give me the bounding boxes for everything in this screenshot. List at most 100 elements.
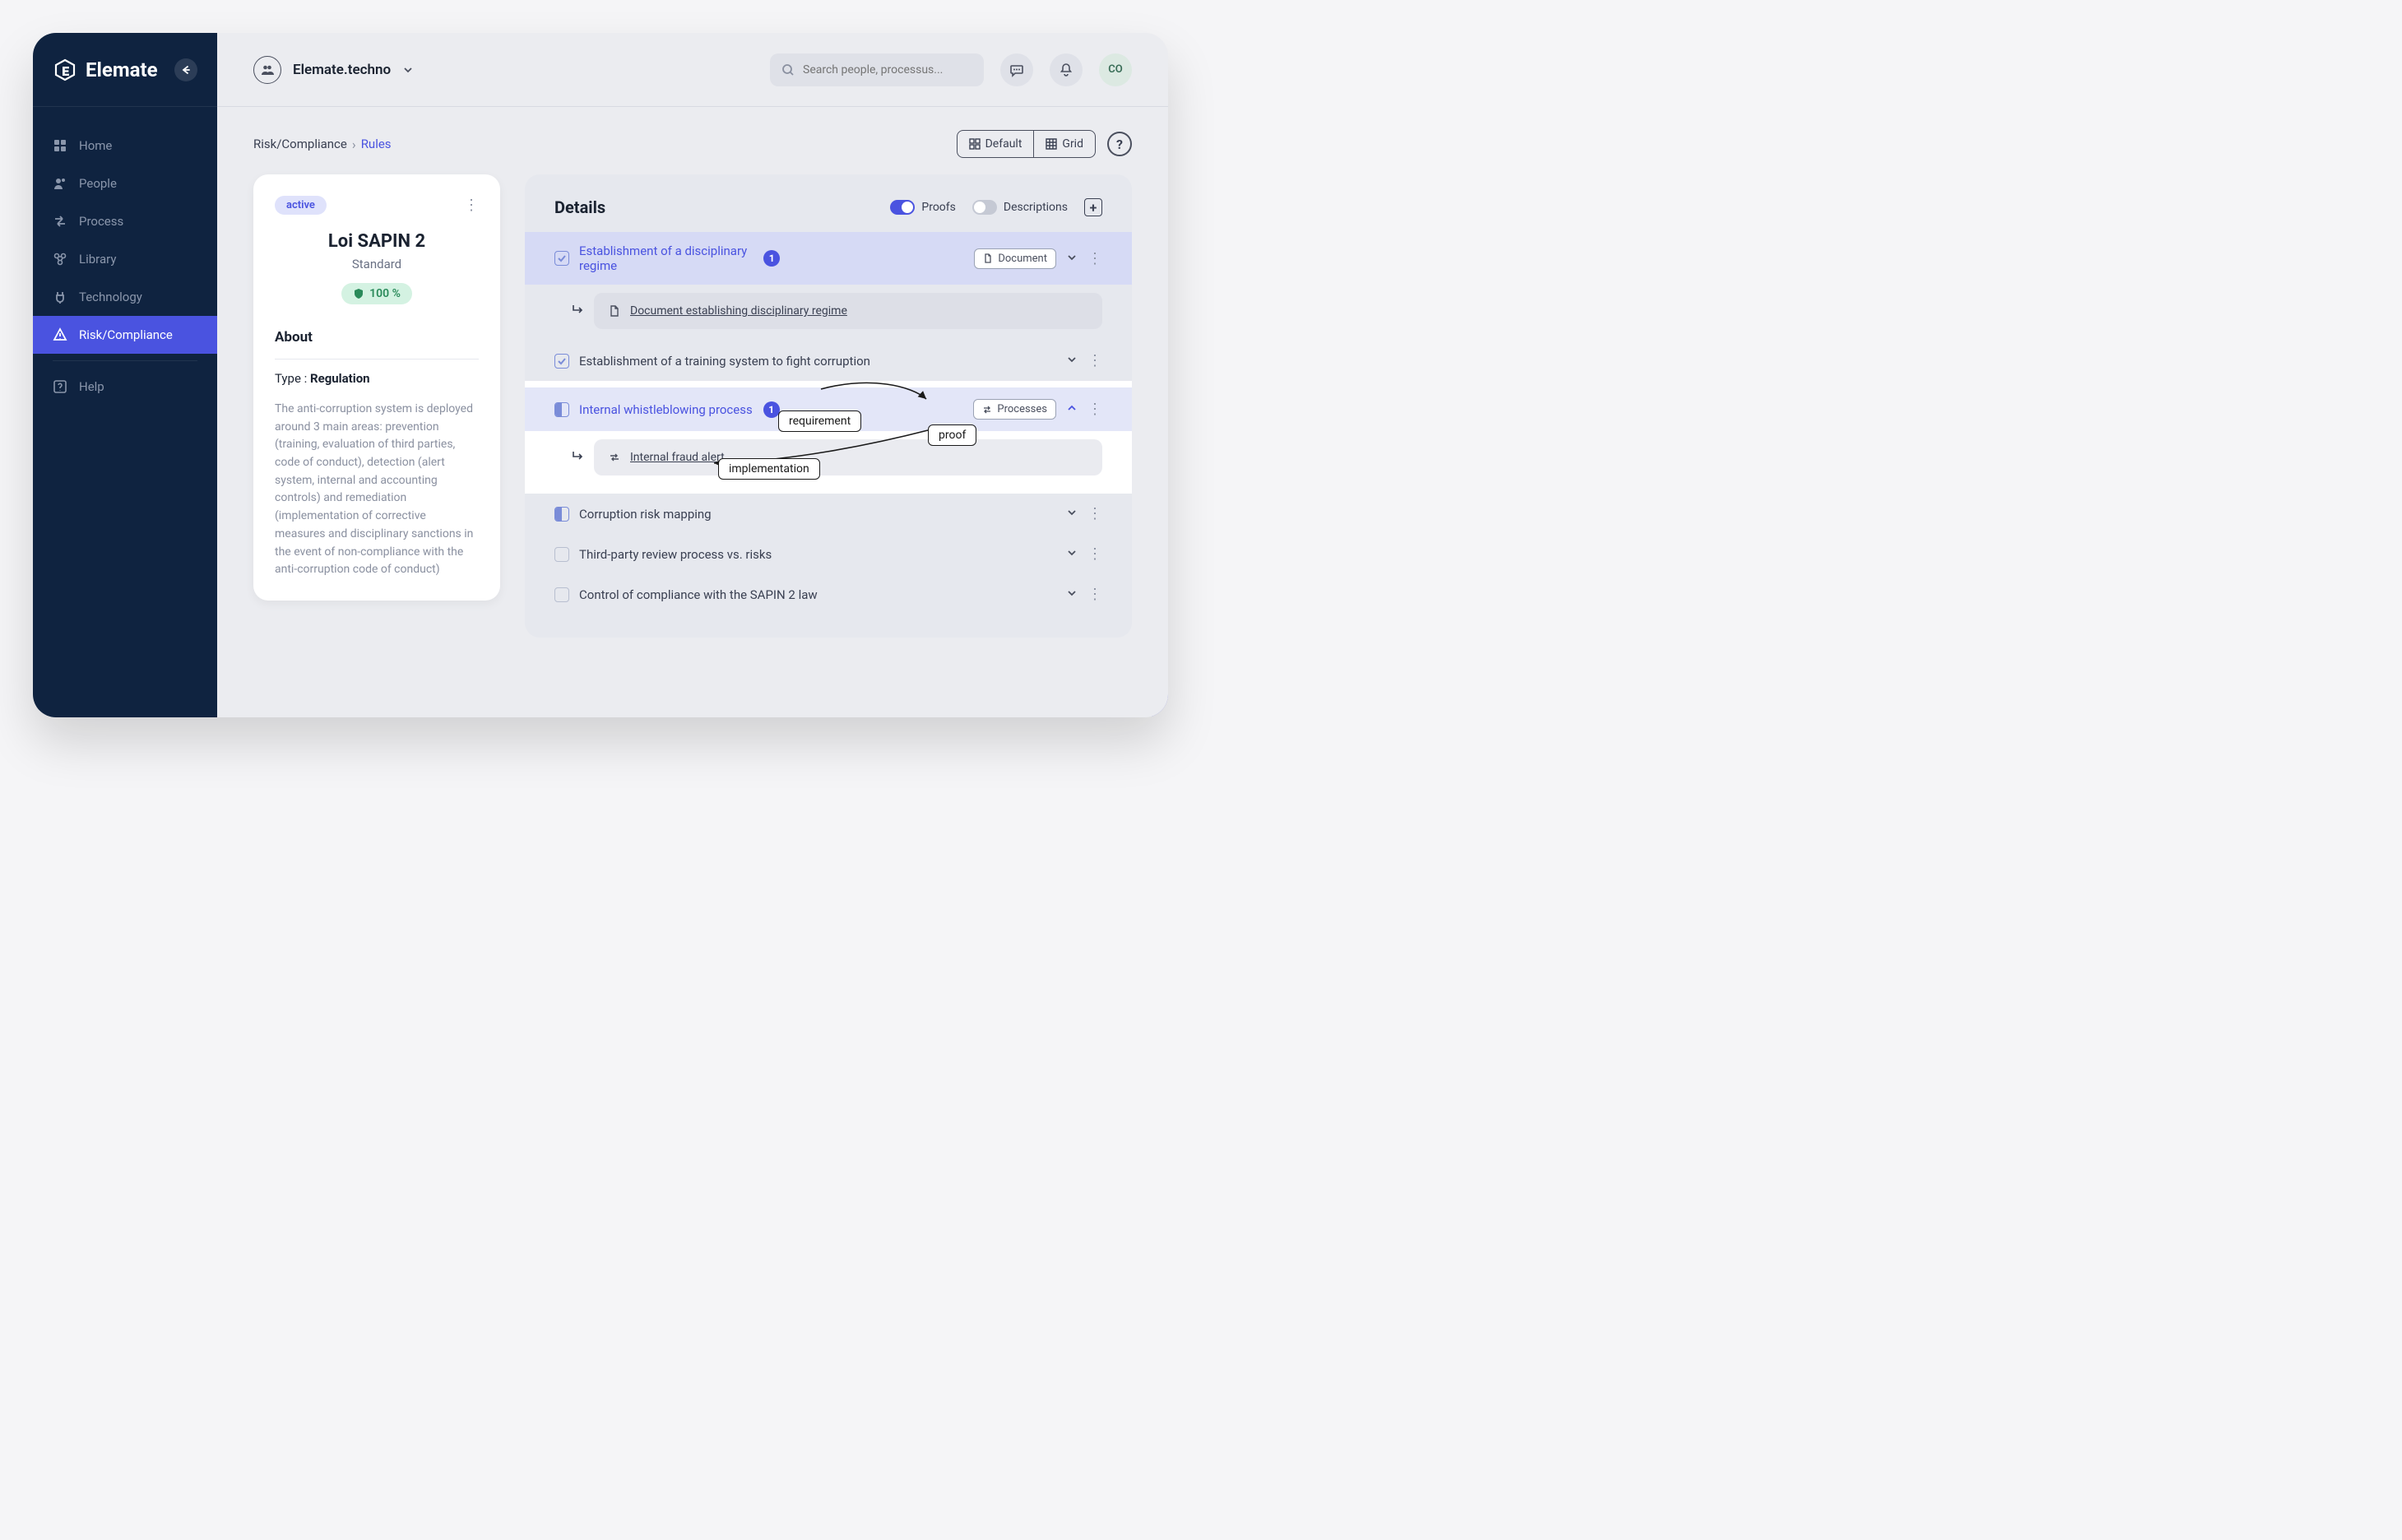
nav-label: Home [79, 138, 112, 153]
layout-icon [969, 138, 981, 150]
requirement-row[interactable]: Corruption risk mapping ⋮ [525, 494, 1132, 534]
breadcrumb-current[interactable]: Rules [361, 137, 392, 151]
nav-divider [53, 360, 197, 361]
view-grid-button[interactable]: Grid [1034, 131, 1095, 157]
brand-name: Elemate [86, 58, 158, 81]
sub-row: Internal fraud alert [525, 431, 1132, 487]
nav-item-process[interactable]: Process [33, 202, 217, 240]
breadcrumb-sep: › [352, 137, 356, 152]
nav-label: Technology [79, 290, 142, 304]
sidebar: Elemate Home People Process Library [33, 33, 217, 717]
topbar: Elemate.techno CO [217, 33, 1168, 107]
requirement-label: Corruption risk mapping [579, 507, 1056, 522]
proof-item[interactable]: Internal fraud alert [594, 439, 1102, 475]
annotation-requirement: requirement [778, 411, 861, 432]
chevron-down-icon[interactable] [1066, 353, 1078, 369]
details-panel: Details Proofs Descriptions + [525, 174, 1132, 638]
details-title: Details [554, 197, 890, 217]
notifications-button[interactable] [1050, 53, 1083, 86]
row-menu-button[interactable]: ⋮ [1087, 352, 1102, 369]
view-default-button[interactable]: Default [958, 131, 1035, 157]
chat-button[interactable] [1000, 53, 1033, 86]
checkbox-partial-icon [554, 507, 569, 522]
requirement-row[interactable]: Control of compliance with the SAPIN 2 l… [525, 574, 1132, 615]
row-menu-button[interactable]: ⋮ [1087, 505, 1102, 522]
nav: Home People Process Library Technology R… [33, 107, 217, 717]
annotation-implementation: implementation [718, 458, 820, 480]
toggle-descriptions-label: Descriptions [1004, 201, 1068, 214]
requirement-row[interactable]: Establishment of a disciplinary regime 1… [525, 232, 1132, 285]
swap-icon [609, 452, 620, 463]
nav-item-technology[interactable]: Technology [33, 278, 217, 316]
requirement-row[interactable]: Third-party review process vs. risks ⋮ [525, 534, 1132, 574]
card-menu-button[interactable]: ⋮ [464, 197, 479, 214]
indent-arrow-icon [571, 449, 584, 466]
help-button[interactable]: ? [1107, 132, 1132, 156]
search-box[interactable] [770, 53, 984, 86]
grid-icon [1046, 138, 1057, 150]
nav-item-people[interactable]: People [33, 165, 217, 202]
toggle-proofs-label: Proofs [921, 201, 956, 214]
rule-title: Loi SAPIN 2 [275, 231, 479, 252]
row-menu-button[interactable]: ⋮ [1087, 250, 1102, 267]
requirement-label: Establishment of a disciplinary regime [579, 244, 754, 273]
about-text: The anti-corruption system is deployed a… [275, 401, 479, 579]
percent-badge: 100 % [341, 283, 412, 304]
shield-icon [353, 288, 364, 299]
org-selector[interactable]: Elemate.techno [253, 56, 414, 84]
checkbox-partial-icon [554, 402, 569, 417]
rule-subtitle: Standard [275, 257, 479, 271]
nav-label: Risk/Compliance [79, 327, 173, 342]
sidebar-back-button[interactable] [174, 58, 197, 81]
chevron-down-icon[interactable] [1066, 251, 1078, 267]
proof-link: Internal fraud alert [630, 451, 725, 464]
requirement-label: Third-party review process vs. risks [579, 547, 1056, 562]
proof-chip[interactable]: Document [974, 248, 1056, 269]
toggle-proofs[interactable] [890, 200, 915, 215]
search-input[interactable] [803, 63, 972, 77]
chevron-up-icon[interactable] [1066, 401, 1078, 417]
requirement-label: Establishment of a training system to fi… [579, 354, 1056, 369]
breadcrumb-row: Risk/Compliance › Rules Default Grid ? [253, 130, 1132, 158]
count-badge: 1 [763, 401, 780, 418]
type-row: Type : Regulation [275, 359, 479, 386]
checkbox-checked-icon [554, 251, 569, 266]
annotation-proof: proof [928, 424, 976, 446]
highlight-section: Internal whistleblowing process 1 Proces… [525, 381, 1132, 494]
row-menu-button[interactable]: ⋮ [1087, 545, 1102, 563]
nav-item-library[interactable]: Library [33, 240, 217, 278]
proof-chip[interactable]: Processes [973, 399, 1056, 420]
org-avatar-icon [253, 56, 281, 84]
checkbox-empty-icon [554, 587, 569, 602]
document-icon [983, 253, 993, 263]
nav-item-risk-compliance[interactable]: Risk/Compliance [33, 316, 217, 354]
chevron-down-icon[interactable] [1066, 587, 1078, 602]
proof-item[interactable]: Document establishing disciplinary regim… [594, 293, 1102, 329]
nav-item-home[interactable]: Home [33, 127, 217, 165]
user-avatar[interactable]: CO [1099, 53, 1132, 86]
document-icon [609, 305, 620, 317]
requirement-row[interactable]: Establishment of a training system to fi… [525, 341, 1132, 381]
row-menu-button[interactable]: ⋮ [1087, 586, 1102, 603]
swap-icon [982, 405, 992, 415]
nav-item-help[interactable]: Help [33, 368, 217, 406]
proof-link: Document establishing disciplinary regim… [630, 304, 847, 318]
app-frame: Elemate Home People Process Library [33, 33, 1168, 717]
row-menu-button[interactable]: ⋮ [1087, 401, 1102, 418]
brand-logo[interactable]: Elemate [53, 58, 174, 82]
chevron-down-icon [402, 64, 414, 76]
about-heading: About [275, 329, 479, 346]
sidebar-header: Elemate [33, 33, 217, 107]
checkbox-checked-icon [554, 354, 569, 369]
toggle-descriptions[interactable] [972, 200, 997, 215]
breadcrumb-root[interactable]: Risk/Compliance [253, 137, 347, 151]
chevron-down-icon[interactable] [1066, 506, 1078, 522]
nav-label: Library [79, 252, 116, 267]
requirement-label: Control of compliance with the SAPIN 2 l… [579, 587, 1056, 602]
nav-label: Process [79, 214, 123, 229]
sub-row: Document establishing disciplinary regim… [525, 285, 1132, 341]
chevron-down-icon[interactable] [1066, 546, 1078, 562]
rule-card: active ⋮ Loi SAPIN 2 Standard 100 % Abou… [253, 174, 500, 601]
add-button[interactable]: + [1084, 198, 1102, 216]
logo-icon [53, 58, 77, 82]
